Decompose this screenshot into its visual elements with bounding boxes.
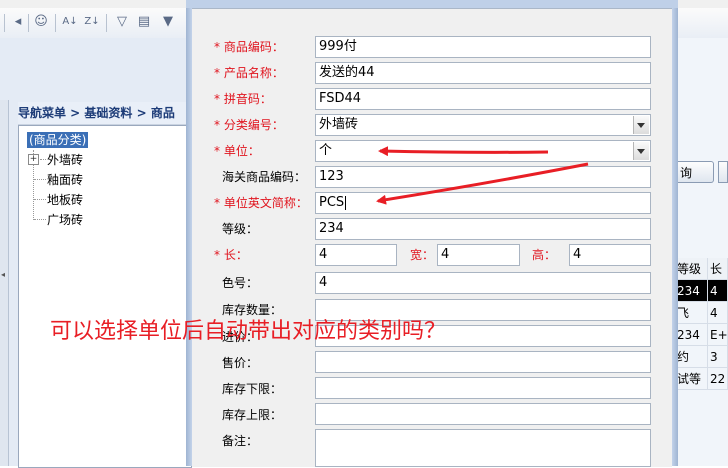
grid-header-length[interactable]: 长 (708, 258, 728, 280)
dialog-title-bar[interactable] (186, 0, 678, 8)
remark-textarea[interactable] (315, 429, 651, 467)
toolbar-separator (106, 14, 107, 32)
tree-root-node[interactable]: (商品分类) (27, 132, 89, 148)
grid-cell[interactable]: 234 (675, 280, 708, 302)
stock-quantity-label: 库存数量： (222, 303, 283, 317)
customs-code-label: 海关商品编码： (222, 170, 307, 184)
product-edit-dialog: * 商品编码： 999付 * 产品名称： 发送的44 * 拼音码： FSD44 … (192, 8, 672, 467)
pinyin-code-label: * 拼音码： (214, 92, 272, 106)
grade-label: 等级： (222, 222, 259, 236)
stock-max-label: 库存上限： (222, 408, 283, 422)
query-button[interactable]: 询 (678, 161, 714, 183)
toolbar-right (678, 8, 728, 39)
grade-input[interactable]: 234 (315, 218, 651, 240)
left-splitter[interactable]: ◂ (0, 100, 9, 466)
grid-cell[interactable]: 234 (675, 324, 708, 346)
product-code-input[interactable]: 999付 (315, 36, 651, 58)
category-tree: (商品分类) + 外墙砖 釉面砖 地板砖 广场砖 (18, 125, 192, 468)
width-label: 宽： (410, 248, 435, 262)
grid-cell[interactable]: 试等 (675, 368, 708, 390)
tree-node-glazed-tile[interactable]: 釉面砖 (47, 172, 83, 188)
sale-price-label: 售价： (222, 356, 259, 370)
color-number-label: 色号： (222, 276, 259, 290)
user-icon[interactable]: ☺ (33, 14, 49, 30)
product-name-label: * 产品名称： (214, 66, 284, 80)
chevron-down-icon (637, 123, 645, 128)
width-input[interactable]: 4 (437, 244, 520, 266)
unit-english-input[interactable]: PCS (315, 192, 651, 214)
sort-ascending-icon[interactable]: A↓ (62, 14, 78, 30)
grid-cell[interactable]: 4 (708, 280, 728, 302)
annotation-text: 可以选择单位后自动带出对应的类别吗？ (50, 319, 447, 344)
expand-icon[interactable]: + (28, 154, 39, 165)
text-caret (345, 195, 347, 210)
toolbar-separator (28, 14, 29, 32)
unit-label: * 单位： (214, 144, 260, 158)
filter-edit-icon[interactable]: ▤ (136, 14, 152, 30)
unit-english-value: PCS (319, 195, 345, 210)
product-grid: 等级 长 234 4 飞 4 234 E+ 约 3 试等 22 (675, 258, 728, 466)
stock-min-label: 库存下限： (222, 382, 283, 396)
grid-cell[interactable]: 飞 (675, 302, 708, 324)
tree-connector (34, 179, 46, 180)
chevron-down-icon (637, 149, 645, 154)
grid-cell[interactable]: E+ (708, 324, 728, 346)
funnel-icon[interactable]: ▼ (160, 14, 176, 30)
toolbar-left-arrow-icon[interactable]: ◂ (10, 14, 26, 30)
category-code-value: 外墙砖 (319, 117, 359, 132)
tree-node-floor-tile[interactable]: 地板砖 (47, 192, 83, 208)
product-name-input[interactable]: 发送的44 (315, 62, 651, 84)
length-label: * 长： (214, 248, 248, 262)
toolbar-separator (55, 14, 56, 32)
stock-max-input[interactable] (315, 403, 651, 425)
unit-dropdown-button[interactable] (633, 142, 649, 160)
unit-value: 个 (319, 143, 333, 158)
dialog-border-right (672, 0, 678, 466)
category-code-label: * 分类编号： (214, 118, 284, 132)
grid-cell[interactable]: 约 (675, 346, 708, 368)
toolbar: ◂ ☺ A↓ Z↓ ▽ ▤ ▼ (0, 8, 190, 39)
tree-node-plaza-tile[interactable]: 广场砖 (47, 212, 83, 228)
toolbar-grip (4, 14, 5, 32)
grid-header-grade[interactable]: 等级 (675, 258, 708, 280)
tree-node-exterior-tile[interactable]: 外墙砖 (47, 152, 83, 168)
grid-cell[interactable]: 22 (708, 368, 728, 390)
product-code-label: * 商品编码： (214, 40, 284, 54)
color-number-input[interactable]: 4 (315, 272, 651, 294)
unit-english-label: * 单位英文简称： (214, 196, 308, 210)
grid-cell[interactable]: 4 (708, 302, 728, 324)
customs-code-input[interactable]: 123 (315, 166, 651, 188)
stock-min-input[interactable] (315, 377, 651, 399)
tree-connector (34, 199, 46, 200)
height-input[interactable]: 4 (569, 244, 651, 266)
right-edge-button[interactable] (718, 161, 728, 183)
filter-icon[interactable]: ▽ (114, 14, 130, 30)
breadcrumb: 导航菜单 > 基础资料 > 商品 (18, 102, 190, 125)
grid-cell[interactable]: 3 (708, 346, 728, 368)
unit-select[interactable]: 个 (315, 140, 651, 162)
sort-descending-icon[interactable]: Z↓ (84, 14, 100, 30)
category-code-select[interactable]: 外墙砖 (315, 114, 651, 136)
length-input[interactable]: 4 (315, 244, 397, 266)
tree-connector (40, 159, 46, 160)
tree-connector (34, 219, 46, 220)
category-dropdown-button[interactable] (633, 116, 649, 134)
sale-price-input[interactable] (315, 351, 651, 373)
pinyin-code-input[interactable]: FSD44 (315, 88, 651, 110)
height-label: 高： (532, 248, 557, 262)
remark-label: 备注： (222, 434, 259, 448)
